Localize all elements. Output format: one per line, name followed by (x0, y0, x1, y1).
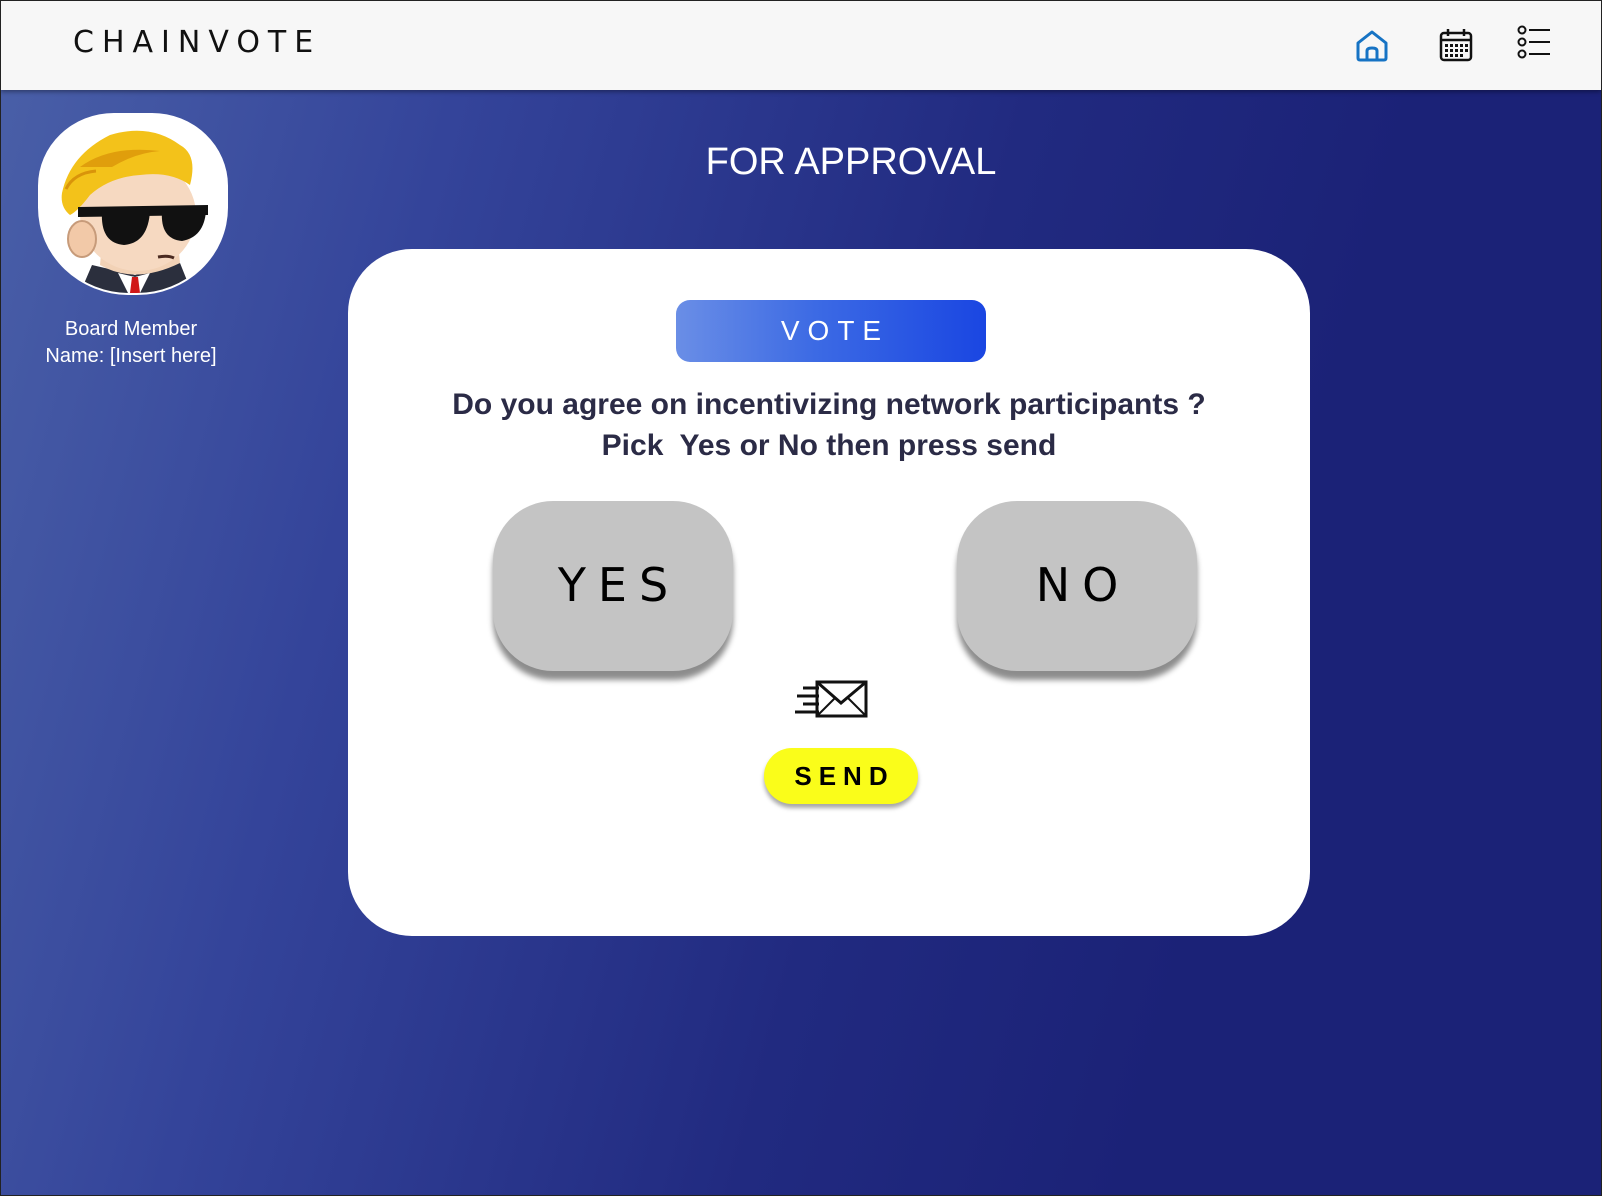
question-line-2: Pick Yes or No then press send (601, 429, 1057, 462)
brand-logo[interactable]: CHAINVOTE (73, 25, 321, 60)
question-line-1: Do you agree on incentivizing network pa… (452, 388, 1206, 421)
member-role: Board Member (64, 318, 198, 340)
vote-badge: VOTE (676, 300, 986, 362)
list-icon[interactable] (1517, 25, 1553, 61)
member-name: Name: [Insert here] (45, 345, 217, 367)
avatar (38, 113, 228, 295)
calendar-icon[interactable] (1438, 27, 1474, 63)
avatar-cartoon-icon (61, 130, 208, 293)
no-button[interactable]: NO (957, 501, 1197, 671)
top-navbar: CHAINVOTE (1, 1, 1601, 90)
home-icon[interactable] (1354, 27, 1390, 63)
send-mail-icon (795, 680, 868, 718)
member-info: Board Member Name: [Insert here] (26, 316, 236, 370)
vote-question: Do you agree on incentivizing network pa… (388, 384, 1270, 466)
page-title: FOR APPROVAL (705, 141, 997, 183)
send-button[interactable]: SEND (764, 748, 918, 804)
yes-button[interactable]: YES (493, 501, 733, 671)
vote-card: VOTE Do you agree on incentivizing netwo… (348, 249, 1310, 936)
app-frame: CHAINVOTE Board Member Name: [Insert her… (0, 0, 1602, 1196)
